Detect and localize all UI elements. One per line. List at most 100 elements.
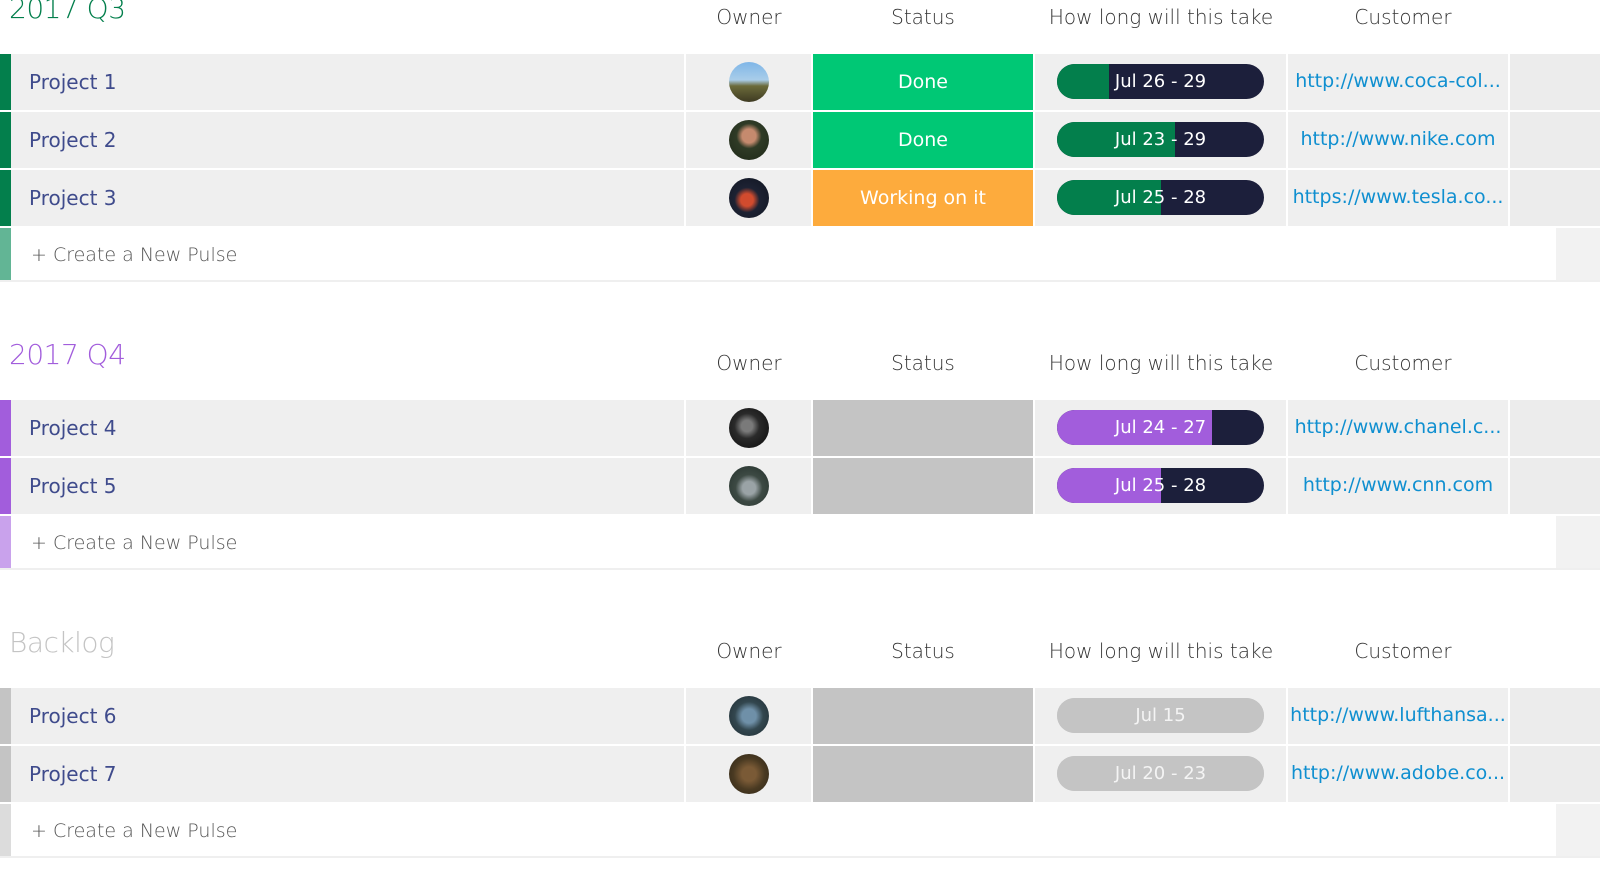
timeline-bar[interactable]: Jul 25 - 28 (1057, 180, 1264, 215)
create-new-pulse-row[interactable]: + Create a New Pulse (0, 228, 1600, 282)
pulse-name-cell[interactable]: Project 7 (11, 746, 684, 802)
timeline-cell[interactable]: Jul 23 - 29 (1035, 112, 1286, 168)
owner-cell[interactable] (686, 458, 811, 514)
status-cell[interactable] (813, 458, 1033, 514)
column-header-status[interactable]: Status (813, 639, 1033, 663)
customer-cell[interactable]: http://www.lufthansa... (1288, 688, 1508, 744)
customer-cell[interactable]: http://www.chanel.c... (1288, 400, 1508, 456)
timeline-bar[interactable]: Jul 20 - 23 (1057, 756, 1264, 791)
group-title[interactable]: 2017 Q4 (9, 338, 126, 371)
empty-column-cell[interactable] (1510, 458, 1600, 514)
group-color-stripe (0, 112, 11, 168)
owner-cell[interactable] (686, 688, 811, 744)
timeline-cell[interactable]: Jul 15 (1035, 688, 1286, 744)
customer-link[interactable]: http://www.lufthansa... (1290, 704, 1506, 726)
status-cell[interactable] (813, 688, 1033, 744)
empty-column-cell[interactable] (1510, 112, 1600, 168)
timeline-bar[interactable]: Jul 24 - 27 (1057, 410, 1264, 445)
status-cell[interactable]: Working on it (813, 170, 1033, 226)
column-header-owner[interactable]: Owner (685, 351, 813, 375)
avatar[interactable] (729, 178, 769, 218)
column-header-timeline[interactable]: How long will this take (1035, 351, 1287, 375)
column-header-owner[interactable]: Owner (685, 5, 813, 29)
timeline-cell[interactable]: Jul 25 - 28 (1035, 170, 1286, 226)
pulse-name[interactable]: Project 3 (29, 186, 117, 210)
pulse-name-cell[interactable]: Project 1 (11, 54, 684, 110)
customer-cell[interactable]: http://www.adobe.co... (1288, 746, 1508, 802)
status-cell[interactable]: Done (813, 112, 1033, 168)
create-new-pulse-button[interactable]: + Create a New Pulse (31, 820, 237, 842)
timeline-cell[interactable]: Jul 24 - 27 (1035, 400, 1286, 456)
customer-link[interactable]: http://www.cnn.com (1303, 474, 1493, 496)
status-cell[interactable] (813, 746, 1033, 802)
timeline-cell[interactable]: Jul 26 - 29 (1035, 54, 1286, 110)
pulse-name-cell[interactable]: Project 4 (11, 400, 684, 456)
pulse-name[interactable]: Project 6 (29, 704, 117, 728)
owner-cell[interactable] (686, 746, 811, 802)
group-color-stripe (0, 688, 11, 744)
customer-link[interactable]: https://www.tesla.co... (1293, 186, 1504, 208)
pulse-name[interactable]: Project 5 (29, 474, 117, 498)
status-cell[interactable] (813, 400, 1033, 456)
customer-link[interactable]: http://www.adobe.co... (1291, 762, 1505, 784)
create-new-pulse-row[interactable]: + Create a New Pulse (0, 804, 1600, 858)
empty-column-cell[interactable] (1510, 746, 1600, 802)
group-color-stripe (0, 170, 11, 226)
group-color-stripe (0, 54, 11, 110)
column-header-customer[interactable]: Customer (1288, 5, 1518, 29)
pulse-name[interactable]: Project 7 (29, 762, 117, 786)
group-title[interactable]: Backlog (9, 626, 115, 659)
timeline-bar[interactable]: Jul 23 - 29 (1057, 122, 1264, 157)
empty-column-cell[interactable] (1510, 54, 1600, 110)
column-header-timeline[interactable]: How long will this take (1035, 639, 1287, 663)
pulse-name-cell[interactable]: Project 6 (11, 688, 684, 744)
group-color-stripe (0, 804, 11, 856)
column-header-status[interactable]: Status (813, 5, 1033, 29)
column-header-status[interactable]: Status (813, 351, 1033, 375)
pulse-row: Project 1 Done Jul 26 - 29 http://www.coca-… (0, 54, 1600, 110)
pulse-row: Project 4 Jul 24 - 27 http://www.chanel.c.… (0, 400, 1600, 456)
avatar[interactable] (729, 408, 769, 448)
status-cell[interactable]: Done (813, 54, 1033, 110)
timeline-bar[interactable]: Jul 15 (1057, 698, 1264, 733)
customer-cell[interactable]: http://www.coca-col... (1288, 54, 1508, 110)
customer-cell[interactable]: http://www.cnn.com (1288, 458, 1508, 514)
empty-column-cell[interactable] (1510, 400, 1600, 456)
avatar[interactable] (729, 466, 769, 506)
column-header-timeline[interactable]: How long will this take (1035, 5, 1287, 29)
pulse-name-cell[interactable]: Project 2 (11, 112, 684, 168)
pulse-name[interactable]: Project 1 (29, 70, 117, 94)
group-color-stripe (0, 228, 11, 280)
avatar[interactable] (729, 62, 769, 102)
pulse-name[interactable]: Project 2 (29, 128, 117, 152)
owner-cell[interactable] (686, 112, 811, 168)
timeline-bar[interactable]: Jul 25 - 28 (1057, 468, 1264, 503)
column-header-owner[interactable]: Owner (685, 639, 813, 663)
create-new-pulse-button[interactable]: + Create a New Pulse (31, 244, 237, 266)
owner-cell[interactable] (686, 170, 811, 226)
customer-cell[interactable]: http://www.nike.com (1288, 112, 1508, 168)
customer-cell[interactable]: https://www.tesla.co... (1288, 170, 1508, 226)
owner-cell[interactable] (686, 54, 811, 110)
empty-column-cell[interactable] (1510, 688, 1600, 744)
avatar[interactable] (729, 696, 769, 736)
column-header-customer[interactable]: Customer (1288, 639, 1518, 663)
avatar[interactable] (729, 754, 769, 794)
owner-cell[interactable] (686, 400, 811, 456)
pulse-name[interactable]: Project 4 (29, 416, 117, 440)
pulse-name-cell[interactable]: Project 5 (11, 458, 684, 514)
customer-link[interactable]: http://www.chanel.c... (1295, 416, 1502, 438)
avatar[interactable] (729, 120, 769, 160)
pulse-row: Project 6 Jul 15 http://www.lufthansa... (0, 688, 1600, 744)
column-header-customer[interactable]: Customer (1288, 351, 1518, 375)
pulse-name-cell[interactable]: Project 3 (11, 170, 684, 226)
empty-column-cell[interactable] (1510, 170, 1600, 226)
group-title[interactable]: 2017 Q3 (9, 0, 126, 25)
timeline-cell[interactable]: Jul 25 - 28 (1035, 458, 1286, 514)
create-new-pulse-row[interactable]: + Create a New Pulse (0, 516, 1600, 570)
customer-link[interactable]: http://www.coca-col... (1295, 70, 1501, 92)
timeline-bar[interactable]: Jul 26 - 29 (1057, 64, 1264, 99)
create-new-pulse-button[interactable]: + Create a New Pulse (31, 532, 237, 554)
timeline-cell[interactable]: Jul 20 - 23 (1035, 746, 1286, 802)
customer-link[interactable]: http://www.nike.com (1300, 128, 1495, 150)
